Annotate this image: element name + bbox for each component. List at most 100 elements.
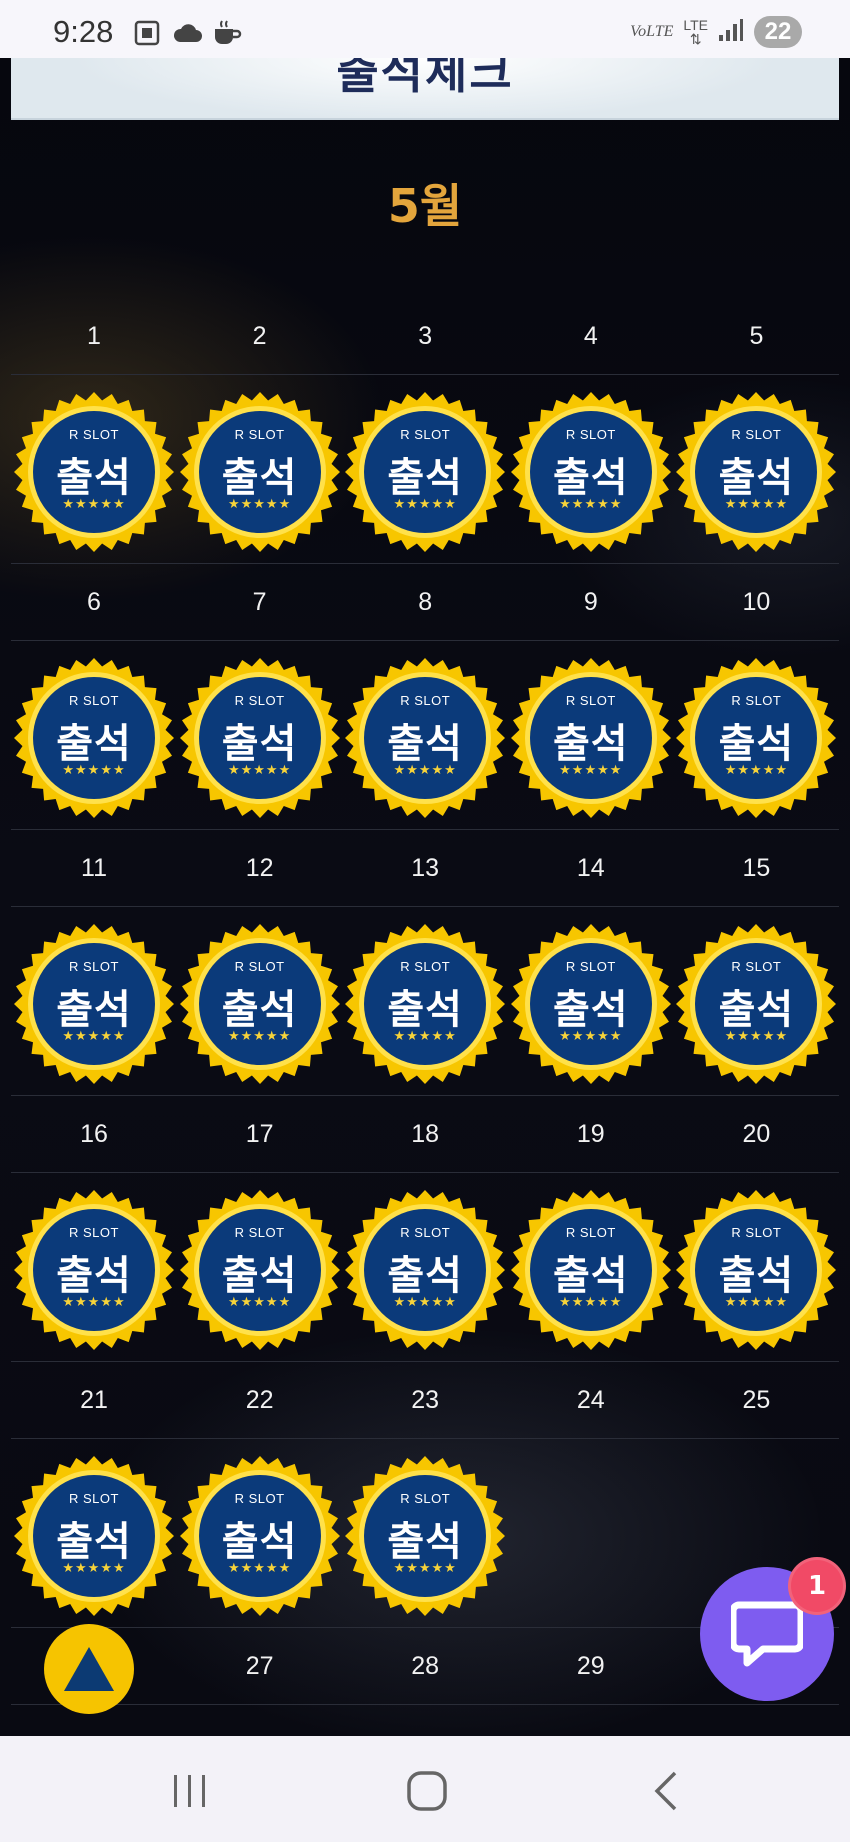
day-number: 24 xyxy=(576,1386,605,1414)
day-number: 13 xyxy=(411,854,440,882)
day-number: 9 xyxy=(583,588,598,616)
day-number: 25 xyxy=(742,1386,771,1414)
day-number: 4 xyxy=(583,322,598,350)
stamp-label: 출석 xyxy=(718,721,795,767)
cloud-icon xyxy=(172,18,202,48)
stamp-label: 출석 xyxy=(387,987,463,1033)
stamp-brand: R SLOT xyxy=(400,1491,451,1506)
stamp-brand: R SLOT xyxy=(565,959,616,974)
stamp-brand: R SLOT xyxy=(400,693,451,708)
stamp-brand: R SLOT xyxy=(234,427,285,442)
stamp-label: 출석 xyxy=(56,1519,132,1565)
day-number: 11 xyxy=(81,854,107,882)
day-number: 21 xyxy=(80,1386,108,1414)
stamp-label: 출석 xyxy=(718,1253,795,1299)
stamp-brand: R SLOT xyxy=(69,1491,119,1506)
stamp-stars: ★★★★★ xyxy=(724,763,789,778)
stamp-stars: ★★★★★ xyxy=(62,763,126,778)
stamp-label: 출석 xyxy=(221,987,298,1033)
stamp-stars: ★★★★★ xyxy=(393,1295,457,1310)
stamp-label: 출석 xyxy=(56,1253,132,1299)
day-number: 23 xyxy=(411,1386,440,1414)
day-number: 3 xyxy=(418,322,433,350)
recent-apps-button[interactable] xyxy=(160,1766,220,1816)
attendance-stamp: R SLOT 출석 ★★★★★ xyxy=(509,390,673,554)
stamp-label: 출석 xyxy=(552,721,629,767)
stamp-brand: R SLOT xyxy=(69,693,119,708)
stamp-stars: ★★★★★ xyxy=(559,1295,623,1310)
calendar-week: 6R SLOT 출석 ★★★★★ 7 R SLOT 출석 ★★★★★ 8 R SLOT 출석 ★★★… xyxy=(11,564,839,830)
attendance-stamp: R SLOT 출석 ★★★★★ xyxy=(12,922,176,1086)
stamp-brand: R SLOT xyxy=(69,427,119,442)
stamp-label: 출석 xyxy=(387,455,463,501)
attendance-stamp: R SLOT 출석 ★★★★★ xyxy=(12,1454,176,1618)
stamp-label: 출석 xyxy=(552,455,629,501)
day-number: 17 xyxy=(245,1120,274,1148)
stamp-label: 출석 xyxy=(552,1253,629,1299)
attendance-stamp: R SLOT 출석 ★★★★★ xyxy=(674,656,838,820)
day-number: 15 xyxy=(742,854,771,882)
stamp-label: 출석 xyxy=(387,721,463,767)
stamp-brand: R SLOT xyxy=(731,1225,782,1240)
day-number: 12 xyxy=(245,854,274,882)
attendance-stamp: R SLOT 출석 ★★★★★ xyxy=(509,656,673,820)
stamp-stars: ★★★★★ xyxy=(724,1029,789,1044)
back-button[interactable] xyxy=(636,1766,696,1816)
stamp-stars: ★★★★★ xyxy=(393,497,457,512)
attendance-stamp: R SLOT 출석 ★★★★★ xyxy=(509,922,673,1086)
battery-indicator: 22 xyxy=(754,16,802,48)
stamp-stars: ★★★★★ xyxy=(393,1561,457,1576)
attendance-stamp: R SLOT 출석 ★★★★★ xyxy=(12,656,176,820)
attendance-stamp: R SLOT 출석 ★★★★★ xyxy=(674,1188,838,1352)
attendance-stamp: R SLOT 출석 ★★★★★ xyxy=(178,390,342,554)
stamp-stars: ★★★★★ xyxy=(227,763,292,778)
stamp-stars: ★★★★★ xyxy=(62,1561,126,1576)
chat-unread-badge: 1 xyxy=(788,1557,846,1615)
stamp-label: 출석 xyxy=(56,455,132,501)
home-button[interactable] xyxy=(397,1766,457,1816)
stamp-label: 출석 xyxy=(718,987,795,1033)
stamp-stars: ★★★★★ xyxy=(227,497,292,512)
stamp-label: 출석 xyxy=(221,1253,298,1299)
attendance-calendar: 1R SLOT 출석 ★★★★★ 2 R SLOT 출석 ★★★★★ 3 R SLOT 출석 ★★★… xyxy=(11,298,839,1736)
stamp-label: 출석 xyxy=(387,1519,463,1565)
recent-apps-icon xyxy=(174,1775,205,1807)
stamp-stars: ★★★★★ xyxy=(62,497,126,512)
row-divider xyxy=(11,640,839,641)
day-number: 29 xyxy=(576,1652,605,1680)
stamp-brand: R SLOT xyxy=(731,693,782,708)
stamp-brand: R SLOT xyxy=(234,959,285,974)
status-time: 9:28 xyxy=(53,14,114,49)
attendance-stamp: R SLOT 출석 ★★★★★ xyxy=(343,390,507,554)
attendance-stamp: R SLOT 출석 ★★★★★ xyxy=(343,1454,507,1618)
attendance-stamp: R SLOT 출석 ★★★★★ xyxy=(343,656,507,820)
stamp-brand: R SLOT xyxy=(69,1225,119,1240)
attendance-stamp: R SLOT 출석 ★★★★★ xyxy=(178,1454,342,1618)
stamp-stars: ★★★★★ xyxy=(559,497,623,512)
scroll-top-button[interactable] xyxy=(44,1624,134,1714)
day-number: 19 xyxy=(576,1120,605,1148)
screenshot-icon xyxy=(132,18,162,48)
stamp-stars: ★★★★★ xyxy=(227,1561,292,1576)
home-icon xyxy=(407,1771,447,1811)
lte-label: LTE xyxy=(683,17,708,33)
stamp-label: 출석 xyxy=(56,987,132,1033)
back-icon xyxy=(654,1771,677,1811)
day-number: 22 xyxy=(245,1386,274,1414)
day-number: 1 xyxy=(87,322,101,350)
stamp-brand: R SLOT xyxy=(565,1225,616,1240)
day-number: 6 xyxy=(87,588,101,616)
stamp-stars: ★★★★★ xyxy=(393,1029,457,1044)
day-number: 2 xyxy=(252,322,267,350)
attendance-stamp: R SLOT 출석 ★★★★★ xyxy=(178,1188,342,1352)
stamp-brand: R SLOT xyxy=(565,427,616,442)
stamp-stars: ★★★★★ xyxy=(393,763,457,778)
attendance-stamp: R SLOT 출석 ★★★★★ xyxy=(674,390,838,554)
row-divider xyxy=(11,1438,839,1439)
attendance-page: 출석체크 5월 1R SLOT 출석 ★★★★★ 2 R SLOT 출석 ★★★★★ 3 R S… xyxy=(0,58,850,1736)
attendance-stamp: R SLOT 출석 ★★★★★ xyxy=(12,390,176,554)
stamp-stars: ★★★★★ xyxy=(227,1029,292,1044)
stamp-brand: R SLOT xyxy=(69,959,119,974)
day-number: 28 xyxy=(411,1652,440,1680)
stamp-stars: ★★★★★ xyxy=(724,497,789,512)
